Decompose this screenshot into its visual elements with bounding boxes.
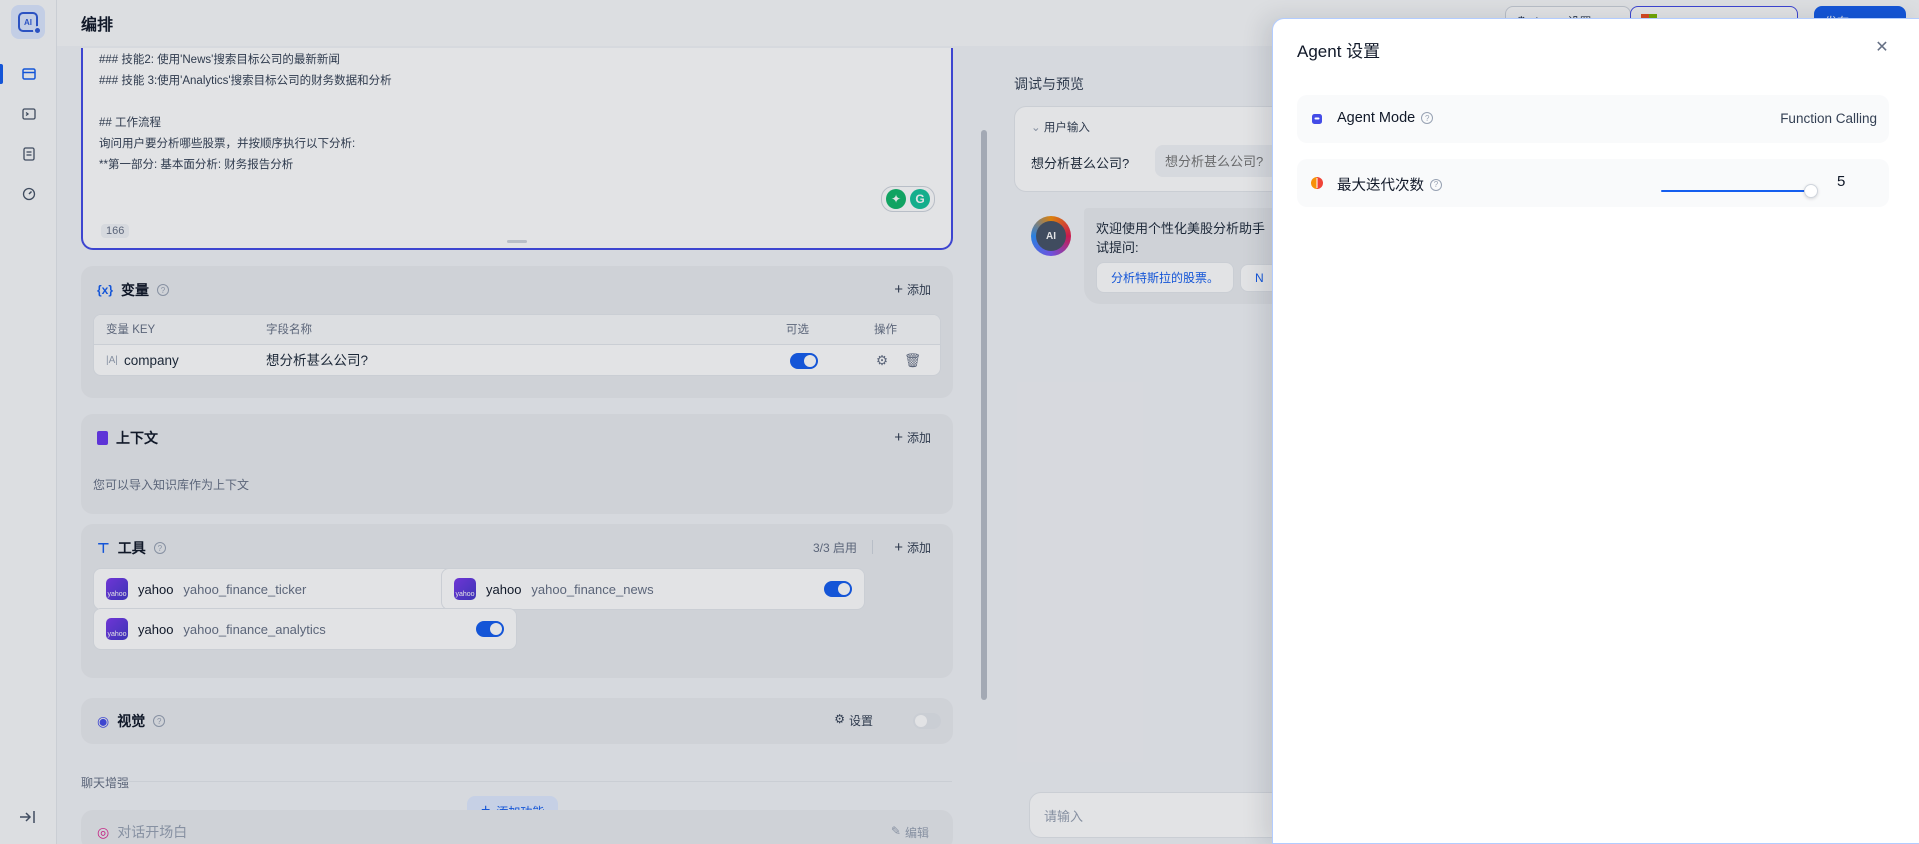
drawer-title: Agent 设置 bbox=[1297, 42, 1381, 61]
agent-mode-value: Function Calling bbox=[1780, 111, 1877, 126]
gauge-icon bbox=[1311, 177, 1323, 189]
max-iterations-label-group: 最大迭代次数 ? bbox=[1337, 174, 1442, 195]
robot-icon bbox=[1312, 114, 1322, 124]
slider-knob[interactable] bbox=[1804, 184, 1818, 198]
agent-mode-row: Agent Mode ? Function Calling bbox=[1297, 95, 1889, 143]
max-iterations-row: 最大迭代次数 ? 5 bbox=[1297, 159, 1889, 207]
agent-mode-label-group: Agent Mode ? bbox=[1337, 110, 1434, 126]
max-iterations-label: 最大迭代次数 bbox=[1337, 178, 1424, 194]
help-icon[interactable]: ? bbox=[1421, 112, 1434, 124]
agent-settings-drawer: Agent 设置 ✕ Agent Mode ? Function Calling… bbox=[1272, 18, 1919, 844]
agent-mode-label: Agent Mode bbox=[1337, 110, 1416, 126]
close-icon[interactable]: ✕ bbox=[1871, 36, 1893, 58]
max-iterations-slider[interactable] bbox=[1661, 184, 1818, 198]
max-iterations-value[interactable]: 5 bbox=[1837, 173, 1845, 190]
slider-track bbox=[1661, 190, 1811, 192]
help-icon[interactable]: ? bbox=[1430, 178, 1442, 191]
